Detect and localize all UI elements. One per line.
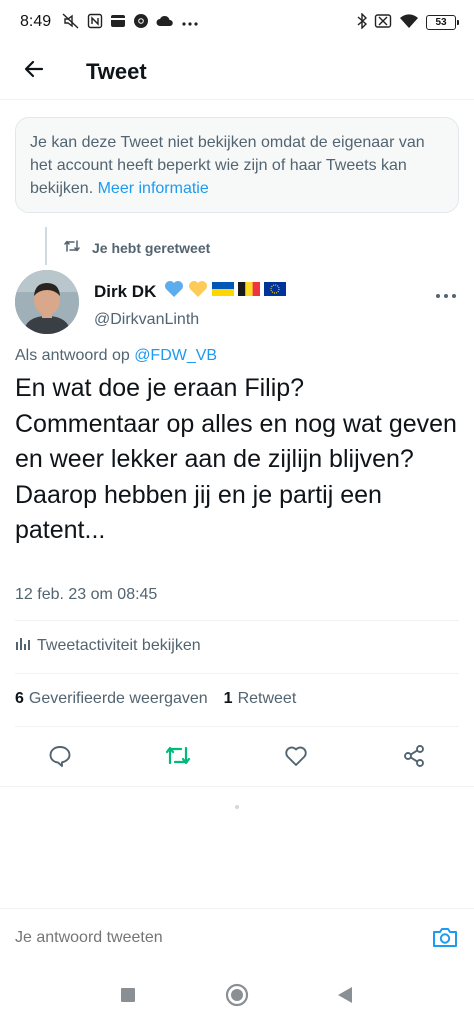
more-dots-icon: [181, 15, 199, 29]
reply-icon: [48, 744, 72, 773]
divider: [15, 673, 459, 674]
cloud-icon: [156, 15, 174, 29]
notice-text: Je kan deze Tweet niet bekijken omdat de…: [30, 134, 425, 197]
arrow-left-icon: [22, 57, 46, 86]
views-count: 6: [15, 690, 24, 707]
retweet-small-icon: [64, 239, 80, 256]
divider: [0, 786, 474, 787]
views-label: Geverifieerde weergaven: [28, 690, 208, 707]
tweet-timestamp: 12 feb. 23 om 08:45: [15, 586, 158, 603]
more-options-button[interactable]: [428, 283, 464, 307]
reply-button[interactable]: [40, 738, 80, 778]
ukraine-flag-emoji: [212, 282, 235, 301]
camera-button[interactable]: [431, 925, 459, 953]
divider: [15, 726, 459, 727]
system-nav-bar: [0, 968, 474, 1026]
chrome-icon: [133, 13, 149, 31]
muted-icon: [62, 13, 80, 31]
retweet-button[interactable]: [158, 738, 198, 778]
tweet-activity-label: Tweetactiviteit bekijken: [37, 636, 201, 654]
restricted-tweet-notice: Je kan deze Tweet niet bekijken omdat de…: [15, 117, 459, 213]
home-button[interactable]: [224, 983, 250, 1012]
tweet-actions: [0, 738, 474, 778]
thread-connector-line: [45, 227, 47, 265]
reply-prefix: Als antwoord op: [15, 347, 135, 364]
retweets-stat[interactable]: 1 Retweet: [224, 690, 297, 708]
nfc-icon: [87, 13, 103, 31]
share-icon: [402, 744, 426, 773]
retweet-banner-label: Je hebt geretweet: [92, 239, 211, 256]
bar-chart-icon: [15, 636, 31, 655]
retweets-label: Retweet: [237, 690, 297, 707]
recents-button[interactable]: [115, 984, 141, 1010]
square-icon: [120, 987, 136, 1008]
tweet-stats: 6 Geverifieerde weergaven 1 Retweet: [15, 690, 296, 708]
status-bar: 8:49 53: [0, 0, 474, 44]
app-bar: Tweet: [0, 44, 474, 100]
tweet-activity-link[interactable]: Tweetactiviteit bekijken: [15, 636, 201, 655]
author-name[interactable]: Dirk DK: [94, 282, 156, 302]
more-dots-icon: [435, 286, 457, 304]
avatar[interactable]: [15, 270, 79, 334]
author-block: Dirk DK @DirkvanLinth: [94, 280, 287, 329]
views-stat[interactable]: 6 Geverifieerde weergaven: [15, 690, 208, 708]
eu-flag-emoji: [264, 282, 287, 301]
tweet-text: En wat doe je eraan Filip? Commentaar op…: [15, 374, 457, 544]
battery-icon: 53: [426, 14, 459, 30]
wifi-icon: [399, 13, 419, 31]
yellow-heart-emoji: [188, 280, 208, 303]
triangle-back-icon: [337, 986, 353, 1009]
reply-compose-bar: [0, 908, 474, 968]
share-button[interactable]: [394, 738, 434, 778]
author-name-row: Dirk DK: [94, 280, 287, 303]
bluetooth-icon: [357, 12, 368, 31]
page-title: Tweet: [86, 58, 147, 84]
reply-input[interactable]: [15, 929, 395, 947]
belgium-flag-emoji: [238, 282, 261, 301]
reply-to-line: Als antwoord op @FDW_VB: [15, 347, 217, 365]
camera-icon: [432, 926, 458, 953]
retweets-count: 1: [223, 690, 233, 707]
avatar-image: [15, 270, 79, 334]
retweet-banner: Je hebt geretweet: [64, 239, 210, 256]
like-button[interactable]: [276, 738, 316, 778]
no-sim-icon: [374, 13, 392, 31]
back-button[interactable]: [6, 44, 62, 100]
status-bar-left: 8:49: [20, 13, 199, 31]
circle-icon: [225, 983, 249, 1012]
blue-heart-emoji: [164, 280, 184, 303]
reply-mention-link[interactable]: @FDW_VB: [134, 347, 217, 364]
back-nav-button[interactable]: [332, 984, 358, 1010]
status-bar-right: 53: [357, 12, 459, 31]
divider: [15, 620, 459, 621]
like-icon: [284, 745, 308, 772]
loading-dot: [235, 805, 239, 809]
status-time: 8:49: [20, 13, 52, 30]
card-icon: [110, 14, 126, 30]
learn-more-link[interactable]: Meer informatie: [98, 180, 209, 197]
retweet-icon: [165, 744, 191, 773]
author-handle[interactable]: @DirkvanLinth: [94, 311, 286, 329]
